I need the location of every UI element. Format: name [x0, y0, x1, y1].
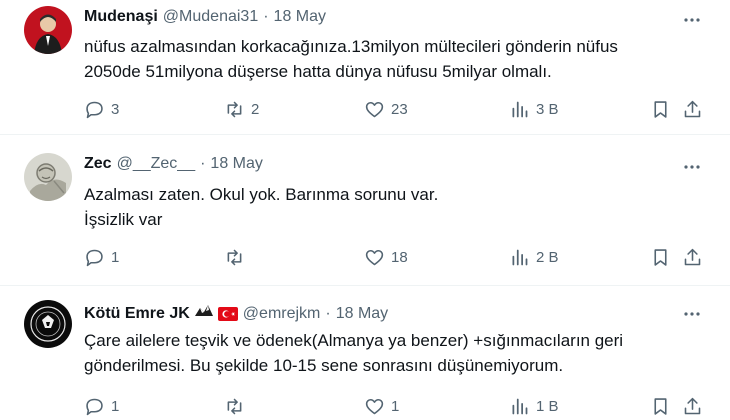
like-button[interactable]: 1 [364, 394, 399, 418]
views-count: 2 B [536, 248, 559, 266]
tweet-date[interactable]: 18 May [274, 8, 326, 26]
tweet-text-line: Azalması zaten. Okul yok. Barınma sorunu… [84, 185, 439, 204]
author-handle[interactable]: @Mudenai31 [163, 8, 258, 26]
tweet-2[interactable]: Zec @__Zec__ · 18 May Azalması zaten. Ok… [0, 135, 730, 285]
tweet-header: Kötü Emre JK @emrejkm · 18 May [84, 302, 388, 325]
like-icon [365, 249, 384, 265]
tweet-text-line: İşsizlik var [84, 210, 163, 229]
separator-dot: · [200, 155, 206, 172]
tweet-text-line: Çare ailelere teşvik ve ödenek(Almanya y… [84, 331, 624, 350]
share-icon [684, 248, 701, 265]
like-icon [365, 101, 384, 117]
repost-button[interactable] [224, 394, 251, 418]
tweet-text: Çare ailelere teşvik ve ödenek(Almanya y… [84, 328, 704, 378]
turkey-flag-icon [217, 306, 238, 321]
more-icon[interactable] [682, 10, 702, 30]
reply-count: 1 [111, 248, 120, 266]
reply-icon [86, 101, 103, 118]
reply-count: 1 [111, 397, 120, 415]
reply-button[interactable]: 1 [84, 245, 119, 269]
like-count: 23 [391, 100, 408, 118]
views-count: 3 B [536, 100, 559, 118]
like-icon [365, 398, 384, 414]
action-bar: 1 1 1 B [84, 394, 704, 418]
share-button[interactable] [682, 245, 703, 269]
author-name[interactable]: Kötü Emre JK [84, 305, 190, 323]
tweet-3[interactable]: Kötü Emre JK @emrejkm · 18 May Çare aile… [0, 286, 730, 420]
share-button[interactable] [682, 394, 703, 418]
views-icon [512, 101, 528, 117]
eagle-emoji-icon [194, 302, 214, 325]
like-count: 18 [391, 248, 408, 266]
bookmark-icon [654, 100, 667, 118]
views-count: 1 B [536, 397, 559, 415]
repost-icon [227, 249, 242, 265]
avatar[interactable] [24, 300, 72, 348]
tweet-text-line: 2050de 51milyona düşerse hatta dünya nüf… [84, 62, 552, 81]
author-name[interactable]: Mudenaşi [84, 8, 158, 26]
separator-dot: · [325, 304, 331, 322]
repost-button[interactable]: 2 [224, 97, 259, 121]
more-icon[interactable] [682, 304, 702, 324]
separator-dot: · [263, 8, 269, 25]
tweet-date[interactable]: 18 May [210, 155, 262, 173]
tweet-header: Mudenaşi @Mudenai31 · 18 May [84, 8, 326, 26]
tweet-text: Azalması zaten. Okul yok. Barınma sorunu… [84, 182, 704, 232]
author-handle[interactable]: @emrejkm [243, 305, 321, 323]
bookmark-button[interactable] [650, 97, 671, 121]
action-bar: 3 2 23 3 B [84, 97, 704, 121]
bookmark-button[interactable] [650, 245, 671, 269]
action-bar: 1 18 2 B [84, 245, 704, 269]
bookmark-button[interactable] [650, 394, 671, 418]
share-icon [684, 100, 701, 117]
views-icon [512, 398, 528, 414]
repost-button[interactable] [224, 245, 251, 269]
tweet-1[interactable]: Mudenaşi @Mudenai31 · 18 May nüfus azalm… [0, 0, 730, 132]
like-button[interactable]: 18 [364, 245, 408, 269]
avatar[interactable] [24, 153, 72, 201]
reply-icon [86, 398, 103, 415]
bookmark-icon [654, 397, 667, 415]
bookmark-icon [654, 248, 667, 266]
tweet-text-line: nüfus azalmasından korkacağınıza.13milyo… [84, 37, 618, 56]
reply-count: 3 [111, 100, 120, 118]
tweet-text-line: gönderilmesi. Bu şekilde 10-15 sene sonr… [84, 356, 564, 375]
repost-icon [227, 101, 242, 117]
views-button[interactable]: 3 B [509, 97, 559, 121]
like-count: 1 [391, 397, 400, 415]
avatar[interactable] [24, 6, 72, 54]
share-button[interactable] [682, 97, 703, 121]
reply-button[interactable]: 3 [84, 97, 119, 121]
repost-count: 2 [251, 100, 260, 118]
views-icon [512, 249, 528, 265]
views-button[interactable]: 2 B [509, 245, 559, 269]
tweet-text: nüfus azalmasından korkacağınıza.13milyo… [84, 34, 704, 84]
more-icon[interactable] [682, 157, 702, 177]
views-button[interactable]: 1 B [509, 394, 559, 418]
author-name[interactable]: Zec [84, 155, 112, 173]
reply-button[interactable]: 1 [84, 394, 119, 418]
repost-icon [227, 398, 242, 414]
tweet-date[interactable]: 18 May [336, 305, 388, 323]
like-button[interactable]: 23 [364, 97, 408, 121]
tweet-header: Zec @__Zec__ · 18 May [84, 155, 263, 173]
author-handle[interactable]: @__Zec__ [117, 155, 196, 173]
share-icon [684, 397, 701, 414]
reply-icon [86, 249, 103, 266]
